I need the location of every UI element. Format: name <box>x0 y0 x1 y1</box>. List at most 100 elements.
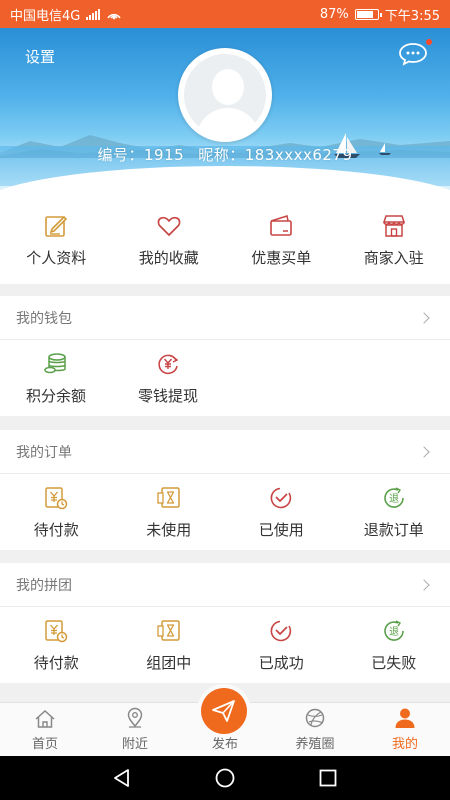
quick-label: 商家入驻 <box>363 248 424 267</box>
system-nav-bar <box>0 756 450 800</box>
chevron-right-icon <box>418 311 430 324</box>
avatar[interactable] <box>178 48 272 142</box>
grouping-button[interactable]: 组团中 <box>113 607 226 683</box>
balance-label: 余额：0 <box>233 178 281 193</box>
quick-label: 个人资料 <box>26 248 87 267</box>
hotspot-icon <box>107 13 122 20</box>
section-title: 我的订单 <box>16 444 72 461</box>
unread-dot <box>426 39 432 45</box>
default-avatar-icon <box>184 54 266 136</box>
tab-farming-circle[interactable]: 养殖圈 <box>270 703 360 756</box>
pending-payment-icon <box>45 619 68 642</box>
used-check-icon <box>270 487 292 508</box>
separator: | <box>222 174 228 189</box>
discount-pay-button[interactable]: 优惠买单 <box>225 196 338 284</box>
tab-label: 发布 <box>211 737 238 752</box>
order-label: 待付款 <box>33 520 79 539</box>
group-buy-header[interactable]: 我的拼团 <box>0 563 450 607</box>
hourglass-icon <box>157 619 180 641</box>
pending-payment-icon <box>45 486 68 509</box>
group-label: 已成功 <box>258 653 304 672</box>
tab-home[interactable]: 首页 <box>0 703 90 756</box>
home-icon <box>35 709 55 728</box>
battery-icon <box>354 8 382 20</box>
group-label: 待付款 <box>33 653 79 672</box>
tab-label: 我的 <box>391 737 418 752</box>
group-label: 已失败 <box>371 653 417 672</box>
quick-label: 我的收藏 <box>138 248 199 267</box>
svg-text:退: 退 <box>389 493 399 505</box>
status-bar: 中国电信4G 87% 下午3:55 <box>0 0 450 28</box>
points-label: 积分：0 <box>169 178 217 193</box>
user-id: 编号：1915 <box>97 146 185 164</box>
group-success-button[interactable]: 已成功 <box>225 607 338 683</box>
home-circle-icon[interactable] <box>214 767 236 789</box>
wallet-header[interactable]: 我的钱包 <box>0 296 450 340</box>
section-title: 我的钱包 <box>16 310 72 327</box>
yuan-exchange-icon <box>158 354 179 374</box>
clock: 下午3:55 <box>384 8 440 24</box>
order-label: 已使用 <box>258 520 304 539</box>
favorites-button[interactable]: 我的收藏 <box>113 196 226 284</box>
refund-icon: 退 <box>384 486 404 508</box>
hourglass-icon <box>157 486 180 508</box>
wallet-items: 积分余额 零钱提现 <box>0 340 450 416</box>
used-button[interactable]: 已使用 <box>225 474 338 550</box>
group-buy-section: 我的拼团 待付款 组团中 已成功 退 已失败 <box>0 563 450 683</box>
tab-nearby[interactable]: 附近 <box>90 703 180 756</box>
signal-icon <box>86 8 101 20</box>
refund-icon: 退 <box>384 619 404 641</box>
quick-actions: 个人资料 我的收藏 优惠买单 商家入驻 <box>0 196 450 284</box>
location-icon <box>127 707 143 728</box>
section-title: 我的拼团 <box>16 577 72 594</box>
unused-button[interactable]: 未使用 <box>113 474 226 550</box>
cash-withdraw-button[interactable]: 零钱提现 <box>112 340 224 416</box>
tab-label: 首页 <box>31 737 58 752</box>
user-nickname: 昵称：183xxxx6279 <box>198 146 353 164</box>
pending-payment-button[interactable]: 待付款 <box>0 474 113 550</box>
refund-orders-button[interactable]: 退 退款订单 <box>338 474 450 550</box>
order-items: 待付款 未使用 已使用 退 退款订单 <box>0 474 450 550</box>
battery-percent: 87% <box>319 6 349 22</box>
tab-label: 附近 <box>121 737 148 752</box>
message-button[interactable] <box>398 39 432 66</box>
group-items: 待付款 组团中 已成功 退 已失败 <box>0 607 450 683</box>
wallet-label: 零钱提现 <box>137 386 198 405</box>
wallet-label: 积分余额 <box>25 386 86 405</box>
heart-icon <box>157 216 181 236</box>
chat-bubble-icon <box>399 43 427 66</box>
profile-button[interactable]: 个人资料 <box>0 196 113 284</box>
orders-section: 我的订单 待付款 未使用 已使用 退 退款订单 <box>0 430 450 550</box>
circle-icon <box>305 708 325 728</box>
coins-icon <box>44 352 66 373</box>
back-icon[interactable] <box>111 767 133 789</box>
points-balance: 积分：0 | 余额：0 <box>0 174 450 193</box>
store-icon <box>382 214 405 237</box>
chevron-right-icon <box>418 578 430 591</box>
orders-header[interactable]: 我的订单 <box>0 430 450 474</box>
success-check-icon <box>270 620 292 641</box>
quick-label: 优惠买单 <box>251 248 312 267</box>
wallet-icon <box>270 214 293 236</box>
recents-icon[interactable] <box>317 767 339 789</box>
order-label: 退款订单 <box>363 520 424 539</box>
carrier-label: 中国电信4G <box>10 8 81 24</box>
settings-button[interactable]: 设置 <box>25 46 55 67</box>
profile-header: 设置 编号：1915 昵称：183xxxx6279 积分：0 | 余额：0 <box>0 28 450 196</box>
order-label: 未使用 <box>146 520 192 539</box>
chevron-right-icon <box>418 445 430 458</box>
send-icon <box>212 700 235 722</box>
tab-label: 养殖圈 <box>295 737 335 752</box>
user-icon <box>395 708 415 728</box>
edit-icon <box>45 215 68 237</box>
svg-text:退: 退 <box>389 626 399 638</box>
group-pending-payment-button[interactable]: 待付款 <box>0 607 113 683</box>
tab-mine[interactable]: 我的 <box>360 703 450 756</box>
user-info: 编号：1915 昵称：183xxxx6279 <box>0 144 450 165</box>
merchant-join-button[interactable]: 商家入驻 <box>338 196 450 284</box>
publish-button[interactable] <box>201 688 247 734</box>
points-balance-button[interactable]: 积分余额 <box>0 340 112 416</box>
group-failed-button[interactable]: 退 已失败 <box>338 607 450 683</box>
group-label: 组团中 <box>146 653 192 672</box>
wallet-section: 我的钱包 积分余额 零钱提现 <box>0 296 450 416</box>
